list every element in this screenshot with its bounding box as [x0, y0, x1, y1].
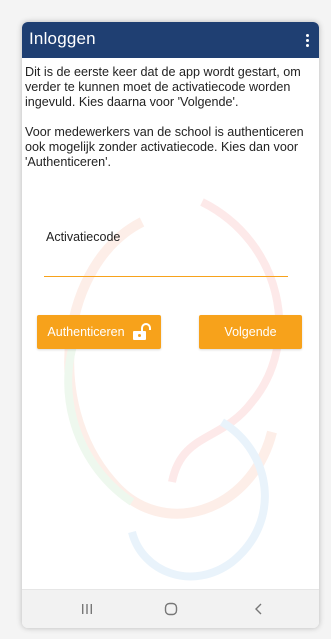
authenticate-button-label: Authenticeren — [47, 325, 125, 339]
system-navigation-bar — [22, 589, 319, 628]
screen-frame: Inloggen Dit is de eerste keer dat de ap… — [0, 0, 331, 639]
next-button[interactable]: Volgende — [199, 315, 302, 349]
authenticate-button[interactable]: Authenticeren — [37, 315, 161, 349]
background-logo-watermark — [64, 198, 284, 581]
activation-code-input[interactable] — [44, 254, 288, 277]
unlock-icon — [132, 323, 151, 340]
activation-code-label: Activatiecode — [46, 230, 121, 244]
intro-paragraph-authenticate: Voor medewerkers van de school is authen… — [25, 125, 304, 169]
back-button[interactable] — [244, 598, 274, 620]
back-icon — [255, 603, 262, 615]
recent-apps-button[interactable] — [72, 598, 102, 620]
home-icon — [164, 602, 178, 616]
more-vert-icon — [305, 33, 309, 37]
home-button[interactable] — [156, 598, 186, 620]
next-button-label: Volgende — [224, 325, 277, 339]
intro-text: Dit is de eerste keer dat de app wordt g… — [25, 65, 315, 185]
app-bar: Inloggen — [22, 22, 319, 58]
intro-paragraph-activation: Dit is de eerste keer dat de app wordt g… — [25, 65, 301, 109]
page-title: Inloggen — [29, 29, 96, 48]
more-vert-icon-dot — [305, 38, 309, 42]
recent-apps-icon — [82, 604, 92, 614]
phone-screen: Inloggen Dit is de eerste keer dat de ap… — [22, 22, 319, 628]
more-vert-icon-dot — [305, 43, 309, 47]
overflow-menu-button[interactable] — [301, 28, 313, 52]
